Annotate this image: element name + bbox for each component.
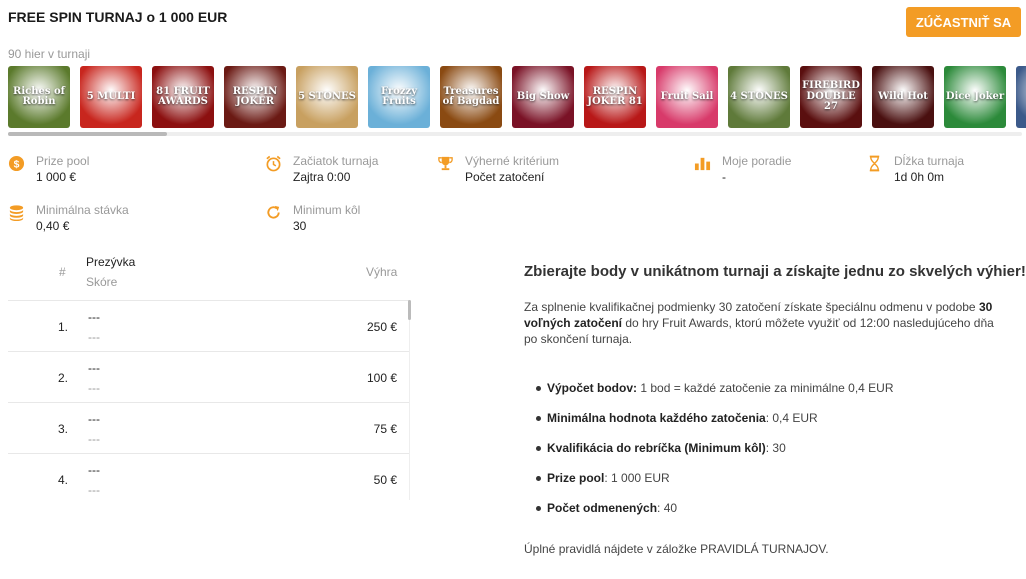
trophy-icon	[438, 156, 453, 171]
row-prize: 50 €	[373, 473, 397, 487]
game-thumbnail[interactable]: 5 STONES	[296, 66, 358, 128]
leaderboard-row: 4. --- --- 50 €	[8, 453, 409, 500]
leaderboard-row: 2. --- --- 100 €	[8, 351, 409, 403]
leaderboard-row: 3. --- --- 75 €	[8, 402, 409, 454]
row-nickname: ---	[88, 463, 100, 477]
col-header-rank: #	[59, 265, 66, 279]
game-thumbnail[interactable]: Riches of Robin	[8, 66, 70, 128]
game-thumbnail[interactable]: Treasures of Bagdad	[440, 66, 502, 128]
rules-footer: Úplné pravidlá nájdete v záložke PRAVIDL…	[524, 542, 829, 556]
join-button[interactable]: ZÚČASTNIŤ SA	[906, 7, 1021, 37]
leaderboard-row: 1. --- --- 250 €	[8, 300, 409, 352]
refresh-icon	[267, 205, 280, 219]
game-thumbnail[interactable]: FIREBIRD DOUBLE 27	[800, 66, 862, 128]
col-header-nickname: Prezývka	[86, 255, 136, 269]
row-nickname: ---	[88, 310, 100, 324]
game-thumbnail[interactable]: 5 MULTI	[80, 66, 142, 128]
row-score: ---	[88, 432, 100, 446]
hourglass-icon	[869, 155, 880, 172]
rule-key: Výpočet bodov:	[547, 381, 638, 395]
svg-text:$: $	[14, 159, 20, 170]
page-title: FREE SPIN TURNAJ o 1 000 EUR	[8, 9, 228, 25]
game-thumbnail[interactable]: Frozzy Fruits	[368, 66, 430, 128]
alarm-clock-icon	[266, 155, 281, 172]
games-scrollbar-thumb[interactable]	[8, 132, 167, 136]
rule-key: Minimálna hodnota každého zatočenia	[547, 411, 766, 425]
rule-value: : 1 000 EUR	[604, 471, 670, 485]
min-bet-value: 0,40 €	[36, 219, 70, 233]
game-thumbnail[interactable]: Dice Joker	[944, 66, 1006, 128]
row-rank: 1.	[58, 320, 69, 334]
rule-value: : 0,4 EUR	[765, 411, 818, 425]
row-score: ---	[88, 330, 100, 344]
leaderboard-scrollbar[interactable]	[408, 300, 411, 320]
start-value: Zajtra 0:00	[293, 170, 351, 184]
criterion-label: Výherné kritérium	[465, 154, 560, 168]
rule-key: Počet odmenených	[547, 501, 658, 515]
game-thumbnail[interactable]: Fruit Sail	[656, 66, 718, 128]
min-bet-label: Minimálna stávka	[36, 203, 129, 217]
leaderboard-table: 1. --- --- 250 € 2. --- --- 100 € 3. --- --- 75 € 4.…	[8, 300, 410, 500]
game-thumbnail[interactable]: RESPIN JOKER	[224, 66, 286, 128]
min-rounds-label: Minimum kôl	[293, 203, 361, 217]
rule-key: Kvalifikácia do rebríčka (Minimum kôl)	[547, 441, 766, 455]
rules-list-item: Počet odmenených: 40	[536, 500, 894, 530]
game-thumbnail[interactable]: Wild Hot	[872, 66, 934, 128]
criterion-value: Počet zatočení	[465, 170, 545, 184]
my-rank-value: -	[722, 170, 726, 184]
row-rank: 3.	[58, 422, 69, 436]
row-rank: 2.	[58, 371, 69, 385]
game-thumbnail[interactable]: RESPIN JOKER 81	[584, 66, 646, 128]
prize-pool-label: Prize pool	[36, 154, 90, 168]
rules-list: Výpočet bodov: 1 bod = každé zatočenie z…	[536, 380, 894, 530]
rule-value: 1 bod = každé zatočenie za minimálne 0,4…	[637, 381, 894, 395]
row-prize: 100 €	[366, 371, 397, 385]
rules-list-item: Výpočet bodov: 1 bod = každé zatočenie z…	[536, 380, 894, 410]
rules-list-item: Prize pool: 1 000 EUR	[536, 470, 894, 500]
col-header-score: Skóre	[86, 275, 118, 289]
row-nickname: ---	[88, 412, 100, 426]
rule-key: Prize pool	[547, 471, 605, 485]
row-prize: 250 €	[366, 320, 397, 334]
rules-list-item: Minimálna hodnota každého zatočenia: 0,4…	[536, 410, 894, 440]
row-nickname: ---	[88, 361, 100, 375]
rule-value: : 40	[657, 501, 678, 515]
row-score: ---	[88, 381, 100, 395]
bar-chart-icon	[694, 157, 711, 171]
game-thumbnail[interactable]: 4 STONES	[728, 66, 790, 128]
game-thumbnail[interactable]: Wild	[1016, 66, 1026, 128]
rules-list-item: Kvalifikácia do rebríčka (Minimum kôl): …	[536, 440, 894, 470]
dollar-coin-icon: $	[8, 155, 25, 172]
prize-pool-value: 1 000 €	[36, 170, 77, 184]
row-prize: 75 €	[373, 422, 397, 436]
description-paragraph: Za splnenie kvalifikačnej podmienky 30 z…	[524, 299, 1004, 347]
game-thumbnail[interactable]: Big Show	[512, 66, 574, 128]
length-value: 1d 0h 0m	[894, 170, 945, 184]
description-text-start: Za splnenie kvalifikačnej podmienky 30 z…	[524, 300, 979, 314]
game-thumbnail[interactable]: 81 FRUIT AWARDS	[152, 66, 214, 128]
games-count: 90 hier v turnaji	[8, 47, 91, 61]
row-score: ---	[88, 483, 100, 497]
length-label: Dĺžka turnaja	[894, 154, 965, 168]
start-label: Začiatok turnaja	[293, 154, 379, 168]
coin-stack-icon	[9, 205, 24, 221]
my-rank-label: Moje poradie	[722, 154, 792, 168]
col-header-prize: Výhra	[366, 265, 398, 279]
games-strip: Riches of Robin 5 MULTI 81 FRUIT AWARDS RES…	[8, 66, 1026, 130]
row-rank: 4.	[58, 473, 69, 487]
description-title: Zbierajte body v unikátnom turnaji a zís…	[524, 263, 1026, 280]
min-rounds-value: 30	[293, 219, 307, 233]
rule-value: : 30	[765, 441, 786, 455]
